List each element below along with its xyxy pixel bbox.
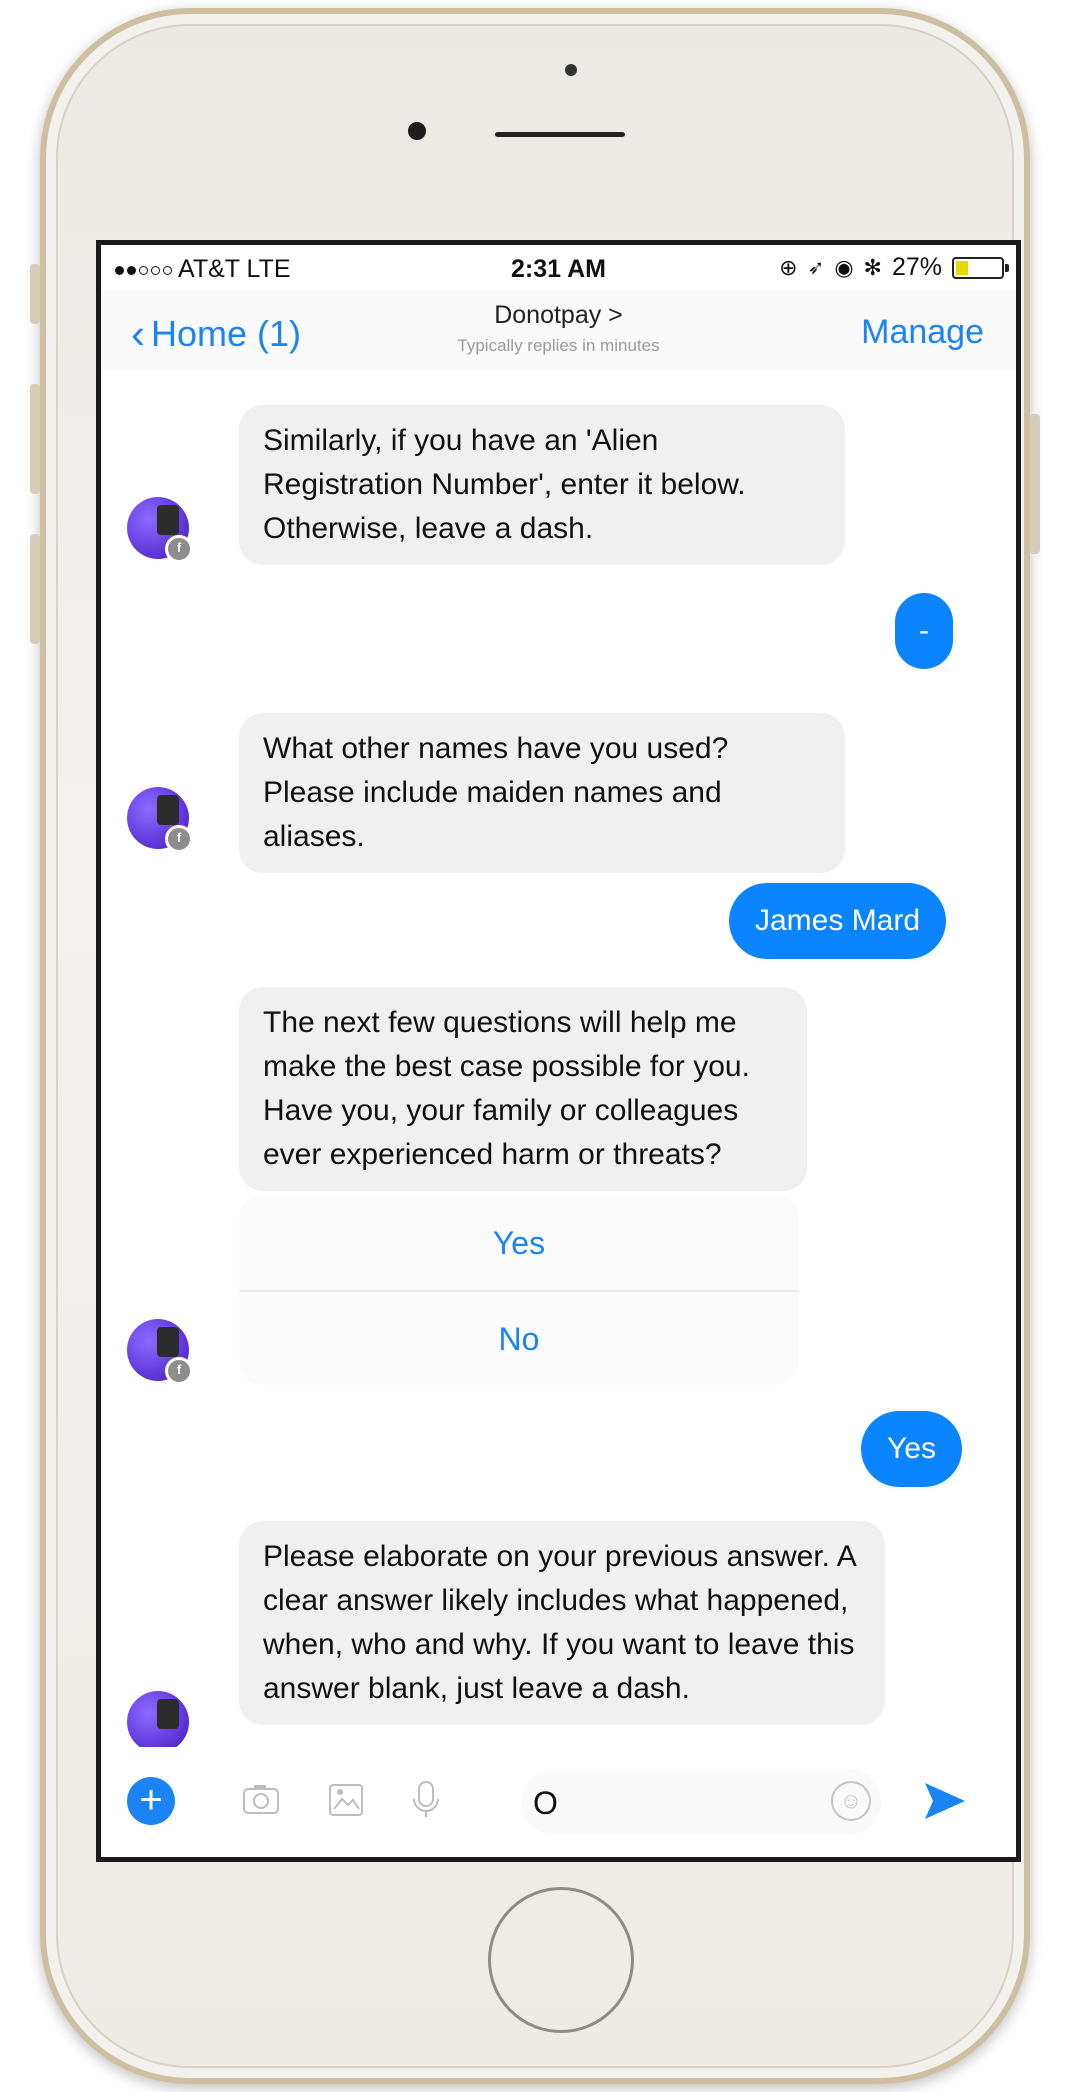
volume-up-button <box>30 384 40 494</box>
message-input-text: O <box>533 1785 558 1821</box>
quick-reply-no[interactable]: No <box>239 1321 799 1358</box>
bot-avatar: f <box>127 497 193 563</box>
status-icons: ⊕ ➶ ◉ ✻ 27% <box>779 253 1009 282</box>
volume-down-button <box>30 534 40 644</box>
message-composer: + O ☺ <box>101 1747 1016 1857</box>
robot-icon <box>157 505 179 535</box>
conversation-header: ‹ Home (1) Donotpay > Typically replies … <box>101 291 1016 371</box>
mute-switch <box>30 264 40 324</box>
camera-icon[interactable] <box>241 1777 281 1821</box>
messenger-badge-icon: f <box>165 1357 193 1385</box>
bluetooth-icon: ✻ <box>863 254 882 280</box>
photo-icon[interactable] <box>326 1777 366 1821</box>
phone-screen: AT&T LTE 2:31 AM ⊕ ➶ ◉ ✻ 27% ‹ Home (1) … <box>96 240 1021 1862</box>
messenger-badge-icon: f <box>165 535 193 563</box>
power-button <box>1030 414 1040 554</box>
battery-percent: 27% <box>891 253 942 281</box>
front-camera <box>408 122 426 140</box>
bot-message: The next few questions will help me make… <box>239 987 807 1191</box>
bot-message: Similarly, if you have an 'Alien Registr… <box>239 405 845 565</box>
orientation-lock-icon: ⊕ <box>779 254 798 280</box>
quick-reply-yes[interactable]: Yes <box>239 1225 799 1262</box>
robot-icon <box>157 1699 179 1729</box>
emoji-icon[interactable]: ☺ <box>831 1781 871 1821</box>
bot-message: Please elaborate on your previous answer… <box>239 1521 885 1725</box>
battery-icon <box>952 256 1009 279</box>
home-button[interactable] <box>488 1887 634 2033</box>
messenger-badge-icon: f <box>165 825 193 853</box>
status-bar: AT&T LTE 2:31 AM ⊕ ➶ ◉ ✻ 27% <box>101 245 1016 291</box>
plus-icon[interactable]: + <box>127 1777 175 1825</box>
proximity-sensor <box>565 64 577 76</box>
robot-icon <box>157 795 179 825</box>
robot-icon <box>157 1327 179 1357</box>
location-icon: ➶ <box>807 257 825 279</box>
send-icon[interactable] <box>921 1777 969 1825</box>
bot-avatar: f <box>127 1319 193 1385</box>
divider <box>239 1290 799 1292</box>
bot-avatar: f <box>127 787 193 853</box>
user-message: - <box>895 593 953 669</box>
user-message: James Mard <box>729 883 947 959</box>
manage-button[interactable]: Manage <box>861 313 984 352</box>
message-input[interactable] <box>521 1769 881 1835</box>
alarm-icon: ◉ <box>834 254 854 280</box>
bot-avatar <box>127 1691 189 1753</box>
microphone-icon[interactable] <box>406 1777 446 1821</box>
user-message: Yes <box>861 1411 962 1487</box>
earpiece-speaker <box>495 132 625 137</box>
bot-message: What other names have you used? Please i… <box>239 713 845 873</box>
